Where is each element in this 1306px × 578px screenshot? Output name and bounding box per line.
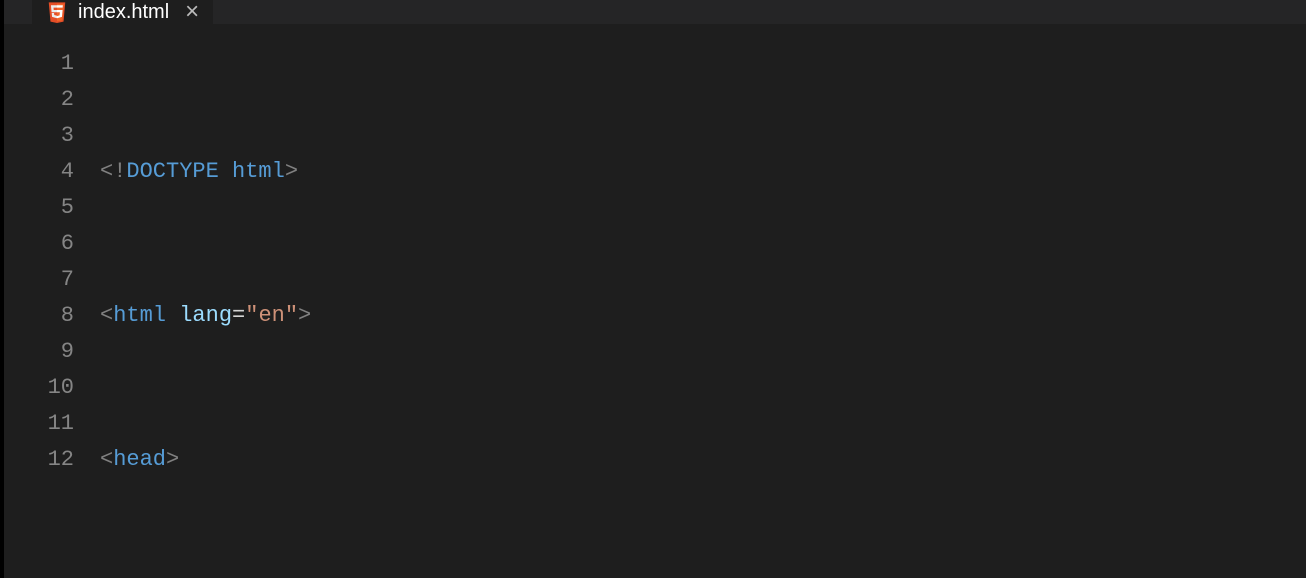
code-token: html [232,154,285,190]
code-token: " [245,298,258,334]
code-token: lang [179,298,232,334]
code-token: head [113,442,166,478]
line-number: 8 [4,298,74,334]
line-number: 11 [4,406,74,442]
code-token: html [113,298,166,334]
code-token: < [100,442,113,478]
code-token: < [100,298,113,334]
code-token: DOCTYPE [126,154,218,190]
code-token: en [258,298,284,334]
code-token: > [298,298,311,334]
line-number: 1 [4,46,74,82]
code-token: > [166,442,179,478]
code-token: " [285,298,298,334]
line-number: 7 [4,262,74,298]
code-line[interactable]: <html lang="en"> [100,298,1306,334]
line-number: 9 [4,334,74,370]
code-line[interactable]: <!DOCTYPE html> [100,154,1306,190]
line-number: 3 [4,118,74,154]
html5-icon [46,1,68,23]
tab-filename: index.html [78,1,169,24]
code-editor[interactable]: 1 2 3 4 5 6 7 8 9 10 11 12 <!DOCTYPE htm… [4,24,1306,578]
close-icon[interactable]: × [185,0,199,24]
line-number: 10 [4,370,74,406]
tab-bar: index.html × [4,0,1306,24]
tab-index-html[interactable]: index.html × [32,0,213,24]
code-token [219,154,232,190]
line-number: 6 [4,226,74,262]
line-number-gutter: 1 2 3 4 5 6 7 8 9 10 11 12 [4,46,100,578]
code-token: <! [100,154,126,190]
line-number: 4 [4,154,74,190]
line-number: 12 [4,442,74,478]
line-number: 2 [4,82,74,118]
code-token: = [232,298,245,334]
line-number: 5 [4,190,74,226]
code-area[interactable]: <!DOCTYPE html> <html lang="en"> <head> … [100,46,1306,578]
code-token: > [285,154,298,190]
code-line[interactable]: <head> [100,442,1306,478]
editor-window: index.html × 1 2 3 4 5 6 7 8 9 10 11 12 … [0,0,1306,578]
code-token [166,298,179,334]
